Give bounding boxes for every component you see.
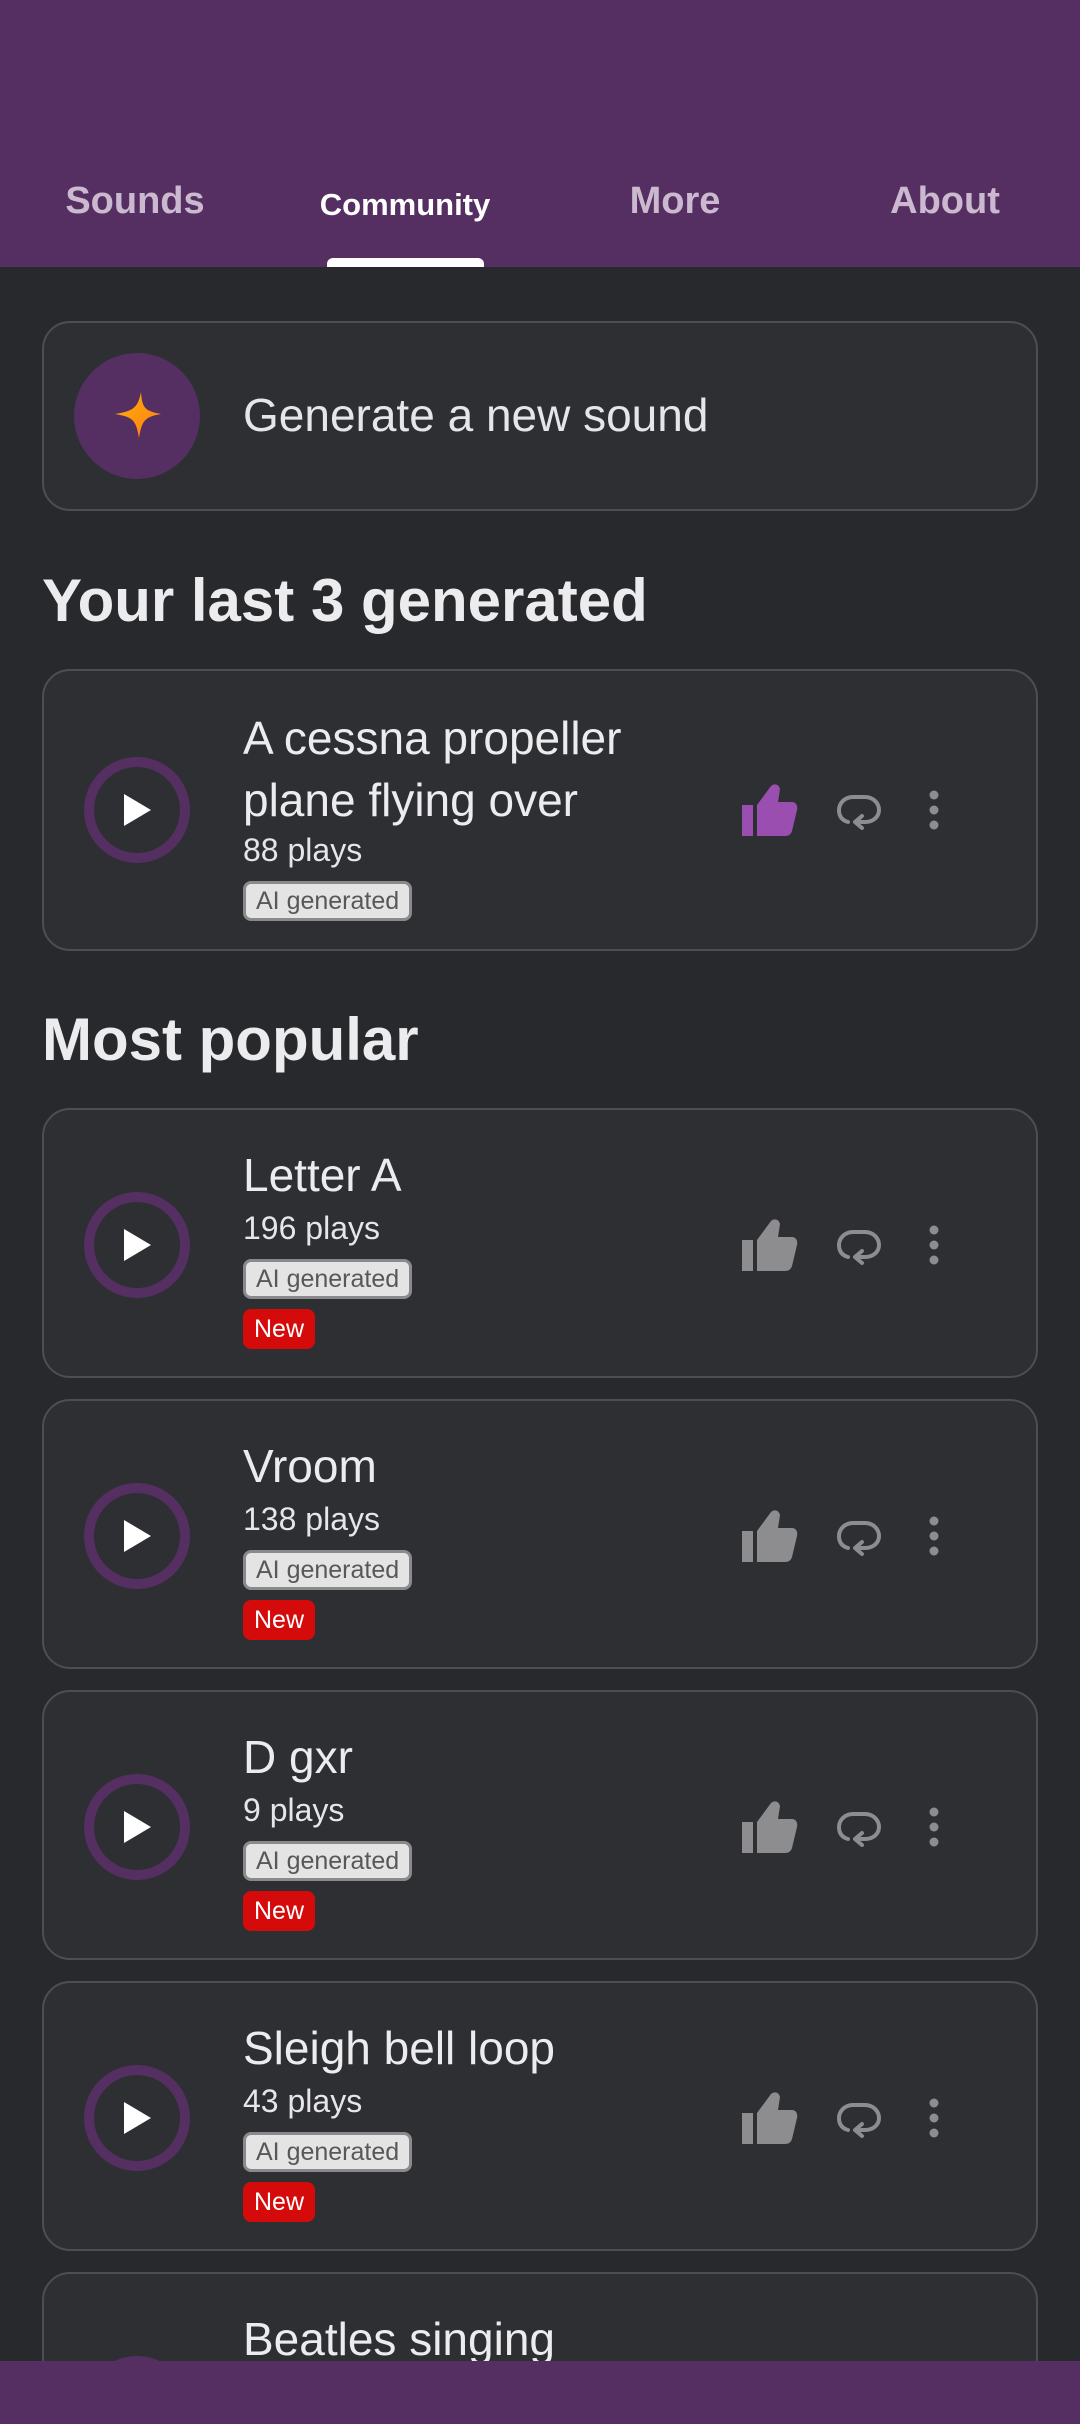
like-button[interactable] [738, 1796, 800, 1858]
tab-label: Sounds [65, 180, 205, 222]
new-badge: New [243, 2182, 316, 2222]
generate-icon-circle [74, 353, 200, 479]
sound-title-line: A cessna propeller [243, 712, 622, 764]
loop-icon [837, 795, 881, 830]
sparkle-icon [115, 392, 161, 438]
play-icon [124, 794, 151, 826]
generate-sound-button[interactable]: Generate a new sound [42, 321, 1038, 511]
more-options-button[interactable] [914, 780, 954, 840]
ai-generated-badge: AI generated [243, 1841, 413, 1881]
play-button[interactable] [84, 2065, 190, 2171]
loop-icon [837, 1230, 881, 1265]
tab-label: More [629, 180, 721, 222]
play-count: 9 plays [243, 1792, 345, 1828]
thumb-up-icon [742, 1801, 798, 1853]
bottom-nav-bar [0, 2361, 1080, 2424]
more-vert-icon [929, 790, 939, 830]
play-button[interactable] [84, 1483, 190, 1589]
more-options-button[interactable] [914, 1215, 954, 1275]
play-count: 88 plays [243, 832, 363, 868]
sound-title-line: plane flying over [243, 774, 578, 826]
more-options-button[interactable] [914, 1506, 954, 1566]
more-vert-icon [929, 1225, 939, 1265]
sound-card[interactable]: Sleigh bell loop 43 plays AI generated N… [42, 1981, 1038, 2251]
sound-title: Beatles singing [243, 2313, 555, 2361]
play-count: 138 plays [243, 1501, 380, 1537]
sound-title: D gxr [243, 1731, 353, 1783]
sound-title: Sleigh bell loop [243, 2022, 556, 2074]
tab-community[interactable]: Community [270, 160, 540, 267]
sound-card[interactable]: Beatles singing [42, 2272, 1038, 2361]
sound-title: A cessna propeller plane flying over [243, 707, 621, 831]
more-vert-icon [929, 2098, 939, 2138]
sound-title: Letter A [243, 1149, 402, 1201]
like-button[interactable] [738, 1214, 800, 1276]
thumb-up-icon [742, 1219, 798, 1271]
new-badge: New [243, 1309, 316, 1349]
tab-sounds[interactable]: Sounds [0, 160, 270, 267]
new-badge: New [243, 1600, 316, 1640]
tab-label: Community [319, 187, 491, 222]
sound-title: Vroom [243, 1440, 377, 1492]
play-icon [124, 2102, 151, 2134]
play-button[interactable] [84, 1774, 190, 1880]
sound-card[interactable]: Letter A 196 plays AI generated New [42, 1108, 1038, 1378]
repeat-button[interactable] [829, 1797, 889, 1857]
more-options-button[interactable] [914, 1797, 954, 1857]
play-count: 43 plays [243, 2083, 363, 2119]
like-button[interactable] [738, 1505, 800, 1567]
play-count: 196 plays [243, 1210, 380, 1246]
like-button[interactable] [738, 2087, 800, 2149]
tab-about[interactable]: About [810, 160, 1080, 267]
repeat-button[interactable] [829, 1506, 889, 1566]
more-vert-icon [929, 1807, 939, 1847]
play-button[interactable] [84, 757, 190, 863]
section-title-last-generated: Your last 3 generated [42, 567, 648, 634]
tab-label: About [890, 180, 1000, 222]
like-button[interactable] [738, 779, 800, 841]
repeat-button[interactable] [829, 1215, 889, 1275]
sound-card[interactable]: D gxr 9 plays AI generated New [42, 1690, 1038, 1960]
app-bar: Sounds Community More About [0, 0, 1080, 267]
play-icon [124, 1811, 151, 1843]
generate-label: Generate a new sound [243, 389, 709, 441]
play-button[interactable] [84, 1192, 190, 1298]
ai-generated-badge: AI generated [243, 2132, 413, 2172]
section-title-most-popular: Most popular [42, 1006, 419, 1073]
sound-card[interactable]: A cessna propeller plane flying over 88 … [42, 669, 1038, 951]
more-options-button[interactable] [914, 2088, 954, 2148]
tab-more[interactable]: More [540, 160, 810, 267]
ai-generated-badge: AI generated [243, 881, 413, 921]
ai-generated-badge: AI generated [243, 1259, 413, 1299]
play-icon [124, 1520, 151, 1552]
sound-card[interactable]: Vroom 138 plays AI generated New [42, 1399, 1038, 1669]
repeat-button[interactable] [829, 2088, 889, 2148]
play-icon [124, 1229, 151, 1261]
community-feed[interactable]: Generate a new sound Your last 3 generat… [0, 267, 1080, 2361]
tab-bar: Sounds Community More About [0, 160, 1080, 267]
thumb-up-icon [742, 2092, 798, 2144]
loop-icon [837, 2103, 881, 2138]
loop-icon [837, 1812, 881, 1847]
more-vert-icon [929, 1516, 939, 1556]
new-badge: New [243, 1891, 316, 1931]
ai-generated-badge: AI generated [243, 1550, 413, 1590]
thumb-up-icon [742, 1510, 798, 1562]
loop-icon [837, 1521, 881, 1556]
active-tab-indicator [327, 258, 484, 267]
thumb-up-icon [742, 784, 798, 836]
repeat-button[interactable] [829, 780, 889, 840]
